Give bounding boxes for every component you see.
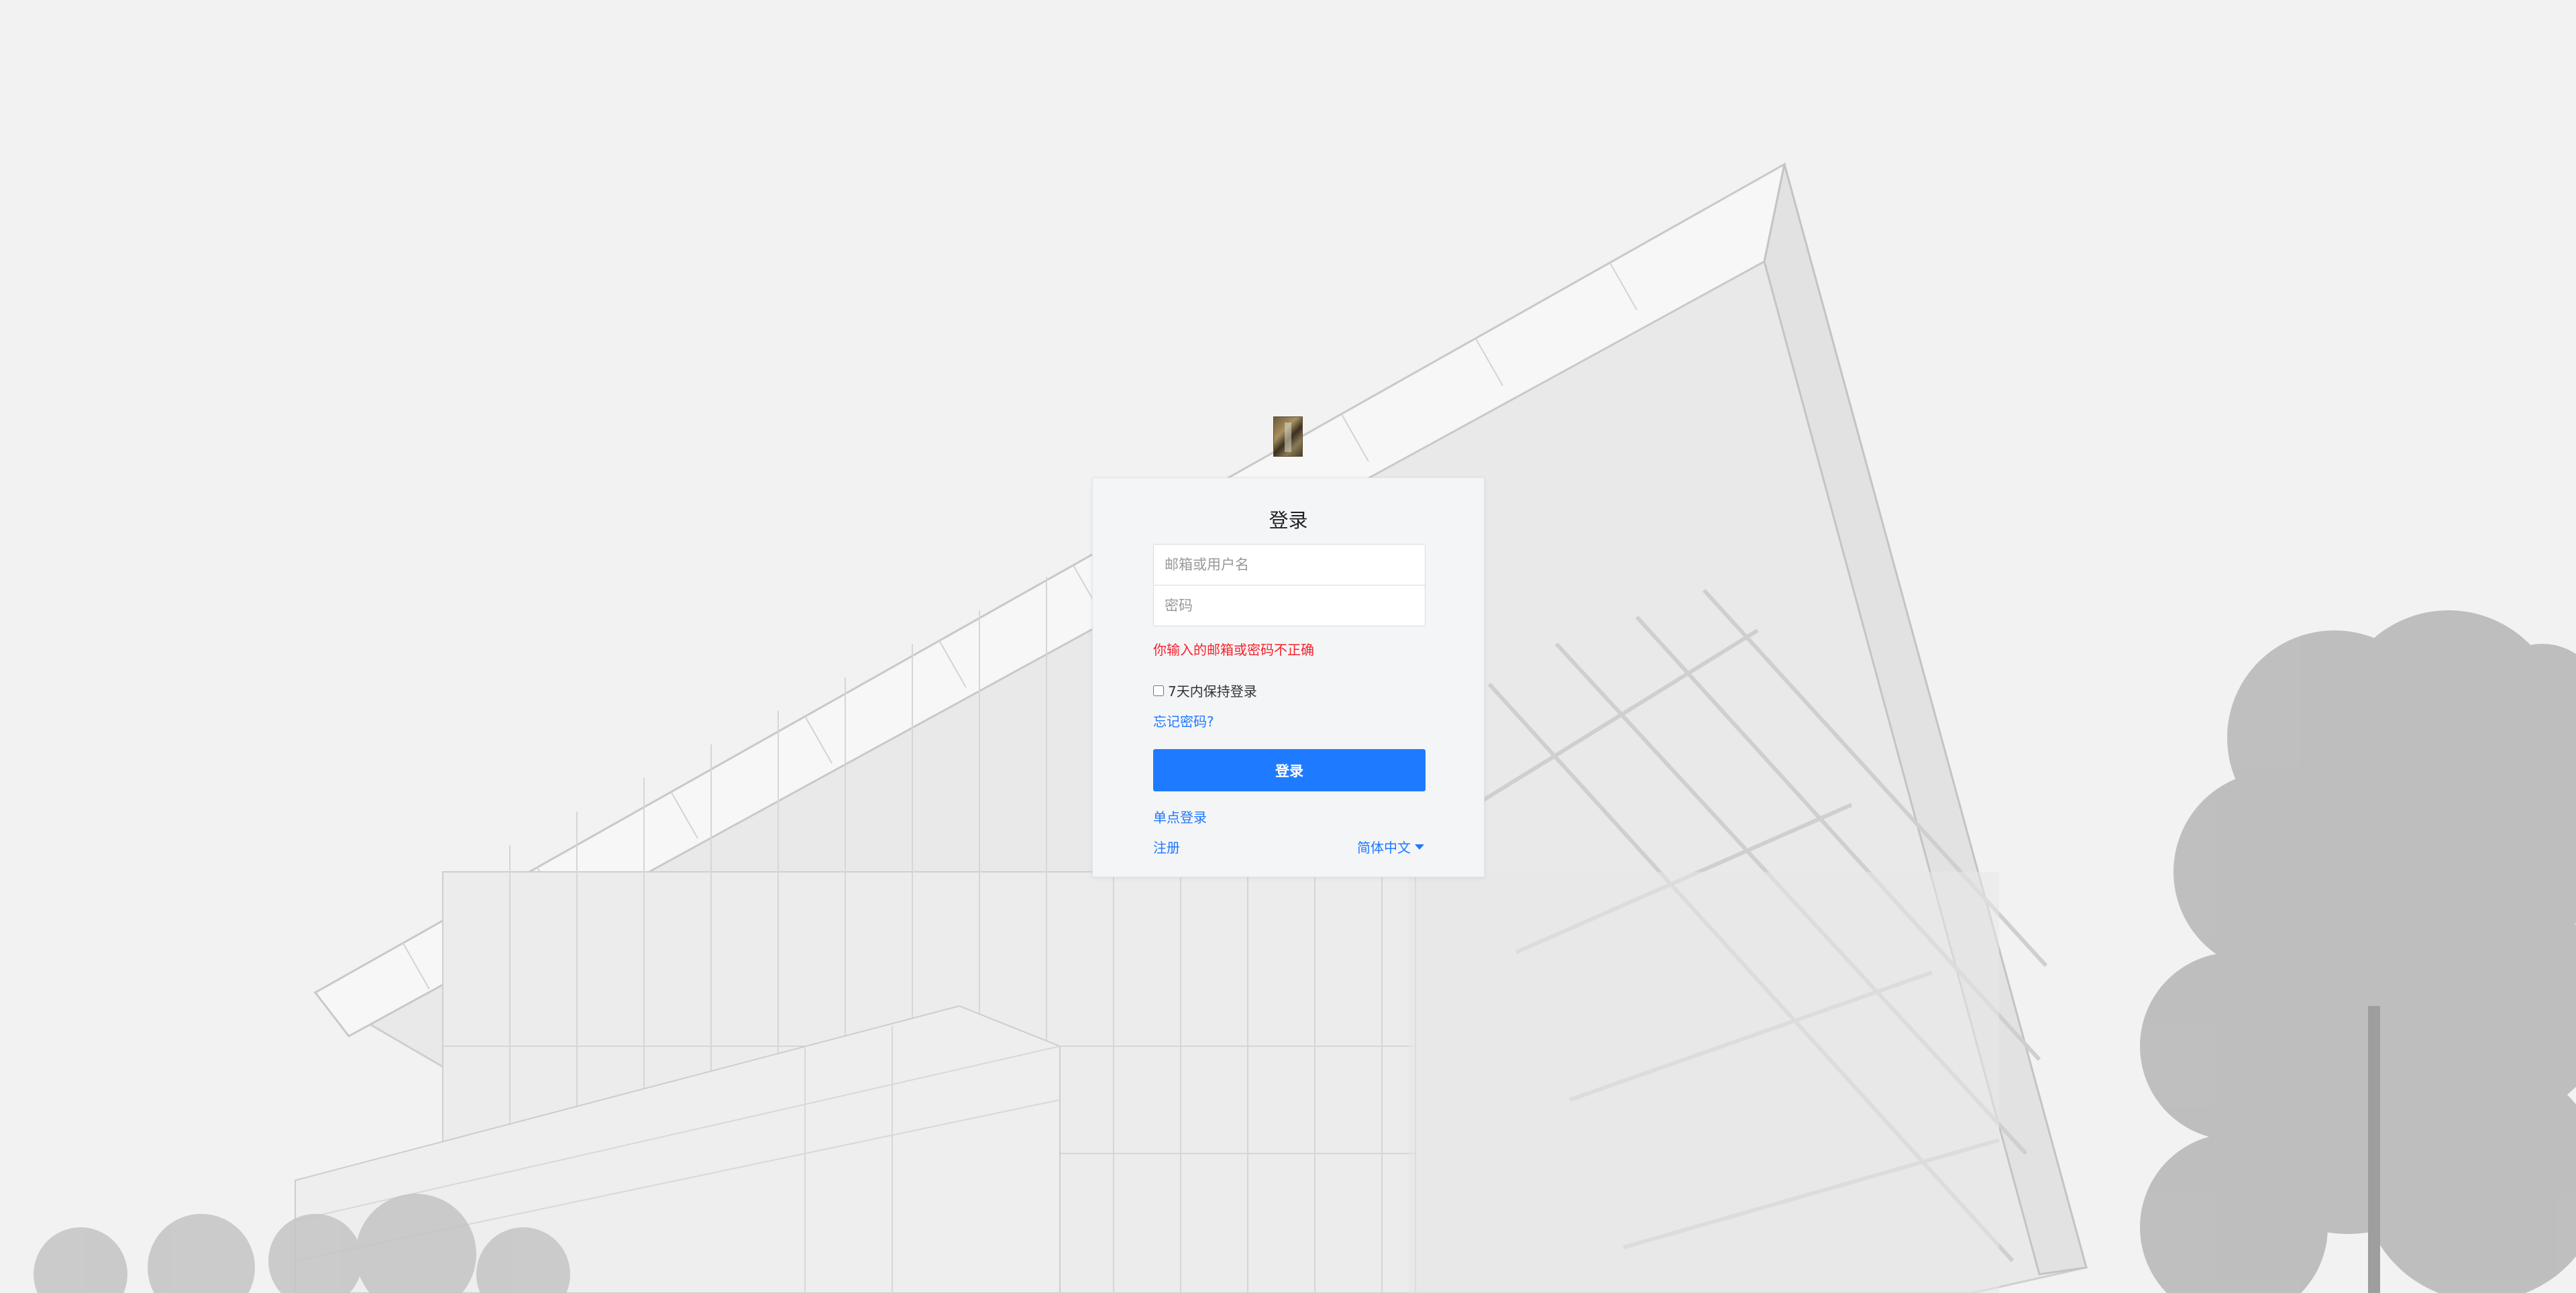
sso-login-link[interactable]: 单点登录 <box>1153 807 1207 826</box>
username-input[interactable] <box>1153 544 1426 585</box>
login-button[interactable]: 登录 <box>1153 749 1426 791</box>
password-input[interactable] <box>1153 585 1426 626</box>
language-label: 简体中文 <box>1357 840 1411 856</box>
login-title: 登录 <box>1269 509 1308 532</box>
logo-image <box>1273 416 1303 457</box>
language-selector[interactable]: 简体中文 <box>1357 837 1424 856</box>
caret-down-icon <box>1415 844 1424 850</box>
remember-me-checkbox[interactable] <box>1153 685 1164 696</box>
login-card: 登录 你输入的邮箱或密码不正确 7天内保持登录 忘记密码? 登录 单点登录 注册… <box>1092 477 1485 877</box>
remember-me-label: 7天内保持登录 <box>1168 683 1257 699</box>
error-message: 你输入的邮箱或密码不正确 <box>1153 642 1314 658</box>
register-link[interactable]: 注册 <box>1153 837 1180 856</box>
forgot-password-link[interactable]: 忘记密码? <box>1153 711 1214 730</box>
remember-me[interactable]: 7天内保持登录 <box>1153 681 1257 700</box>
